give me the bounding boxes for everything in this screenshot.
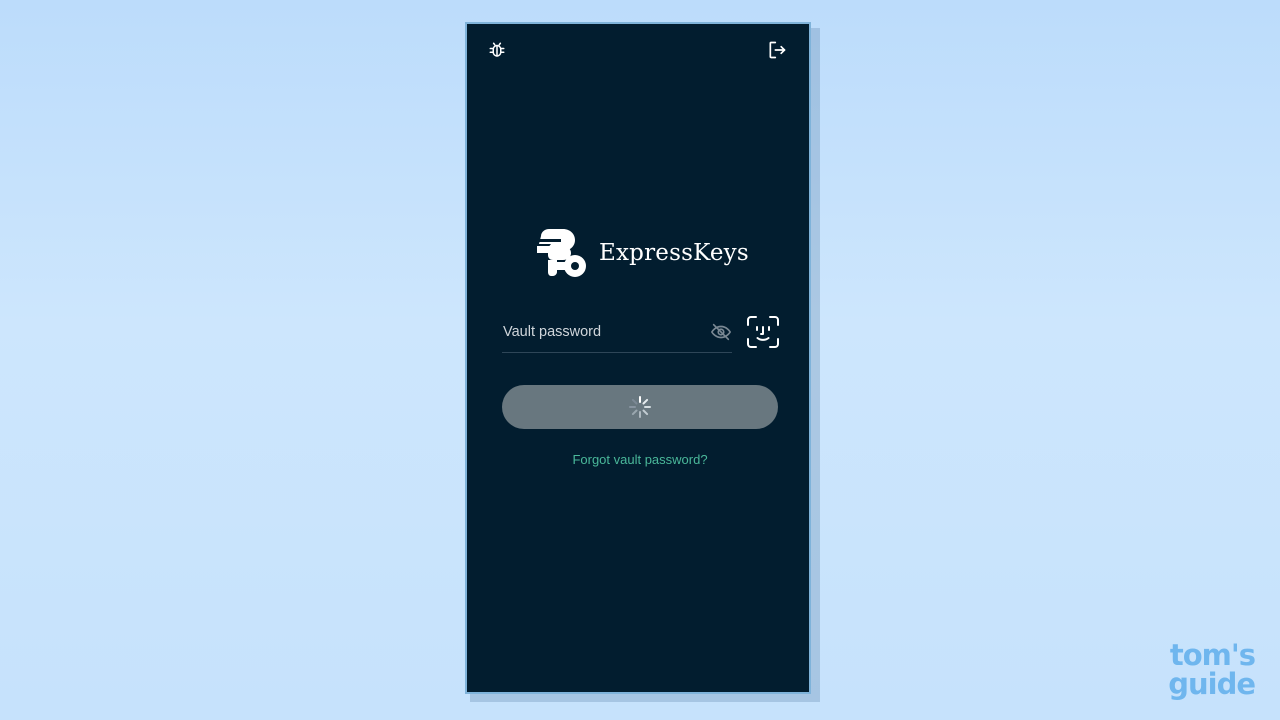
logout-icon [769, 41, 786, 59]
bug-report-button[interactable] [485, 38, 509, 62]
watermark-line-2: guide [1168, 667, 1256, 701]
unlock-button[interactable] [502, 385, 778, 429]
password-field-container [502, 314, 732, 353]
logout-button[interactable] [765, 38, 789, 62]
app-name: ExpressKeys [599, 240, 749, 266]
app-logo: ExpressKeys [533, 224, 749, 280]
app-window: ExpressKeys Forgot vault password? [465, 22, 811, 694]
bug-icon [489, 42, 505, 57]
loading-spinner-icon [629, 396, 651, 418]
forgot-password-link[interactable]: Forgot vault password? [467, 452, 813, 467]
watermark-line-1: tom's [1169, 638, 1256, 672]
expresskeys-logo-icon [537, 229, 586, 277]
vault-password-input[interactable] [503, 320, 693, 344]
toms-guide-watermark: tom's guide [1125, 638, 1256, 701]
face-id-icon[interactable] [746, 315, 780, 349]
eye-off-icon[interactable] [710, 321, 732, 343]
